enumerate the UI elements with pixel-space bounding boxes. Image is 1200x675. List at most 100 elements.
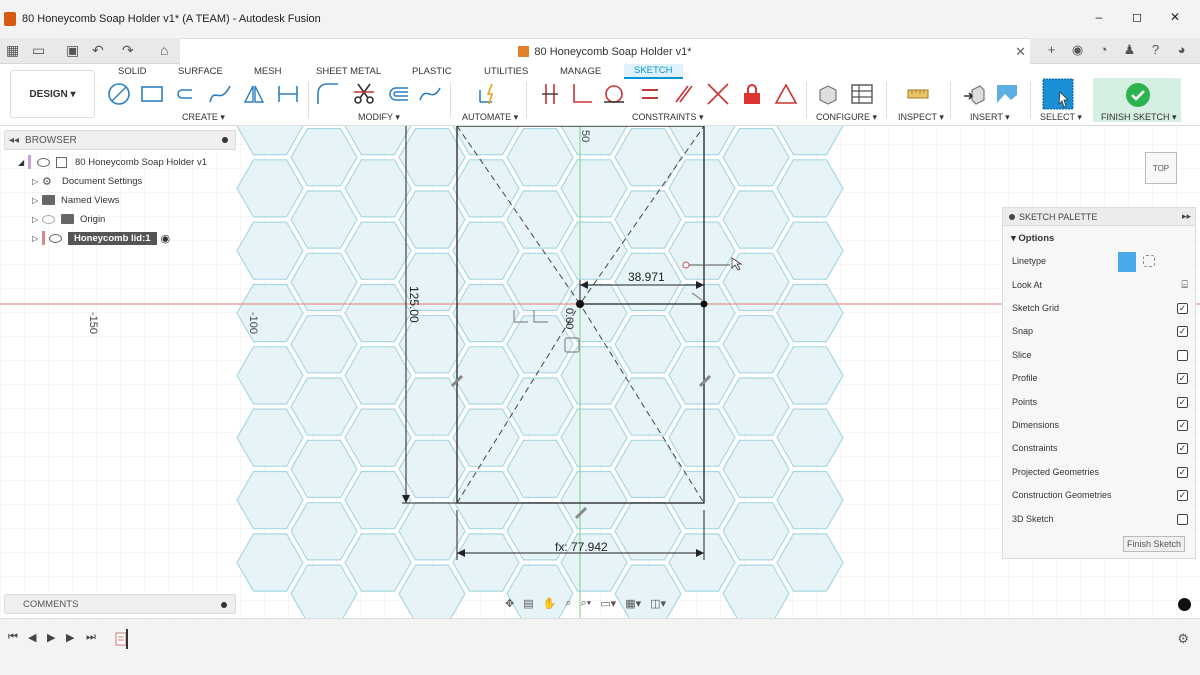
palette-option-checkbox[interactable] xyxy=(1177,349,1188,361)
tree-item-origin[interactable]: ▷ Origin xyxy=(32,211,105,227)
automate-group-label[interactable]: AUTOMATE ▾ xyxy=(462,112,518,123)
trim-tool-icon[interactable] xyxy=(352,82,376,106)
timeline-settings-icon[interactable]: ⚙ xyxy=(1177,631,1189,647)
go-to-start-icon[interactable]: ⏮ xyxy=(8,631,18,644)
tab-sketch[interactable]: SKETCH xyxy=(624,64,683,79)
home-icon[interactable]: ⌂ xyxy=(160,42,168,58)
grid-settings-icon[interactable]: ▦▾ xyxy=(625,597,641,610)
dimension-tool-icon[interactable] xyxy=(276,82,300,106)
tree-item-honeycomb-lid[interactable]: ▷ Honeycomb lid:1 ◉ xyxy=(32,230,170,246)
file-menu-icon[interactable]: ▭ xyxy=(32,42,45,59)
minimize-button[interactable]: – xyxy=(1080,10,1118,24)
finish-sketch-group-label[interactable]: FINISH SKETCH ▾ xyxy=(1101,112,1177,123)
help-icon[interactable]: ? xyxy=(1147,41,1164,58)
insert-image-icon[interactable] xyxy=(995,82,1019,106)
dimension-77942[interactable]: fx: 77.942 xyxy=(555,540,608,554)
coincident-constraint-icon[interactable] xyxy=(538,82,562,106)
visibility-eye-icon[interactable] xyxy=(49,233,62,243)
expand-caret-icon[interactable]: ▷ xyxy=(32,177,42,186)
tab-manage[interactable]: MANAGE xyxy=(560,66,601,77)
tab-surface[interactable]: SURFACE xyxy=(178,66,223,77)
palette-option-checkbox[interactable]: ✓ xyxy=(1177,443,1188,455)
zoom-window-icon[interactable]: ⌕▾ xyxy=(581,597,592,610)
midpoint-constraint-icon[interactable] xyxy=(706,82,730,106)
browser-header[interactable]: ◂◂ BROWSER xyxy=(4,130,236,150)
palette-option-checkbox[interactable]: ✓ xyxy=(1177,303,1188,314)
activate-radio-icon[interactable]: ◉ xyxy=(161,232,171,245)
collapse-icon[interactable]: ◂◂ xyxy=(9,135,19,146)
orbit-icon[interactable]: ✥ xyxy=(505,597,514,610)
rectangle-tool-icon[interactable] xyxy=(140,82,164,106)
expand-caret-icon[interactable]: ▷ xyxy=(32,215,42,224)
automate-icon[interactable] xyxy=(476,82,500,106)
select-tool-icon[interactable] xyxy=(1042,78,1074,110)
play-icon[interactable]: ▶ xyxy=(47,631,55,644)
step-forward-icon[interactable]: ▶ xyxy=(66,631,74,644)
tree-root[interactable]: ◢ 80 Honeycomb Soap Holder v1 xyxy=(18,154,207,170)
tree-item-document-settings[interactable]: ▷ ⚙ Document Settings xyxy=(32,173,142,189)
dimension-38971[interactable]: 38.971 xyxy=(628,270,665,284)
pointer-icon[interactable] xyxy=(1178,598,1191,611)
lock-constraint-icon[interactable] xyxy=(740,82,764,106)
mirror-tool-icon[interactable] xyxy=(242,82,266,106)
expand-caret-icon[interactable]: ▷ xyxy=(32,234,42,243)
configure-group-label[interactable]: CONFIGURE ▾ xyxy=(816,112,877,123)
parallel-constraint-icon[interactable] xyxy=(672,82,696,106)
visibility-eye-icon[interactable] xyxy=(37,157,50,167)
profile-icon[interactable]: ◕ xyxy=(1173,41,1190,58)
palette-option-checkbox[interactable]: ✓ xyxy=(1177,466,1188,478)
go-to-end-icon[interactable]: ⏭ xyxy=(86,631,96,644)
centerline-linetype-button[interactable] xyxy=(1143,255,1155,267)
spline-modify-icon[interactable] xyxy=(418,82,442,106)
dimension-zero[interactable]: 0.00 xyxy=(563,308,575,329)
construction-linetype-button[interactable] xyxy=(1118,252,1136,272)
document-tab[interactable]: 80 Honeycomb Soap Holder v1* ✕ xyxy=(180,38,1030,64)
circle-tool-icon[interactable] xyxy=(107,82,131,106)
tab-sheet-metal[interactable]: SHEET METAL xyxy=(316,66,381,77)
measure-icon[interactable] xyxy=(906,82,930,106)
expand-palette-icon[interactable]: ▸▸ xyxy=(1182,211,1191,222)
sketch-feature-icon[interactable] xyxy=(115,627,129,649)
slot-tool-icon[interactable] xyxy=(174,82,198,106)
job-status-icon[interactable]: ◔ xyxy=(1095,41,1112,58)
look-at-icon[interactable]: ⌸ xyxy=(1181,279,1188,292)
viewports-icon[interactable]: ◫▾ xyxy=(650,597,666,610)
view-cube[interactable]: TOP xyxy=(1145,152,1177,184)
configure-box-icon[interactable] xyxy=(816,82,840,106)
save-icon[interactable]: ▣ xyxy=(66,42,79,59)
palette-option-checkbox[interactable]: ✓ xyxy=(1177,490,1188,502)
offset-tool-icon[interactable] xyxy=(386,82,410,106)
close-tab-icon[interactable]: ✕ xyxy=(1015,44,1026,60)
finish-sketch-button[interactable]: Finish Sketch xyxy=(1122,536,1185,552)
configure-table-icon[interactable] xyxy=(850,82,874,106)
corner-point[interactable] xyxy=(700,300,708,308)
perpendicular-constraint-icon[interactable] xyxy=(570,82,594,106)
insert-derive-icon[interactable] xyxy=(962,82,986,106)
new-tab-icon[interactable]: + xyxy=(1043,41,1060,58)
look-at-nav-icon[interactable]: ▤ xyxy=(523,597,533,610)
pan-icon[interactable]: ✋ xyxy=(543,597,557,610)
close-window-button[interactable]: ✕ xyxy=(1156,10,1194,24)
equal-constraint-icon[interactable] xyxy=(638,82,662,106)
comments-panel[interactable]: COMMENTS xyxy=(4,594,236,614)
triangle-constraint-icon[interactable] xyxy=(774,82,798,106)
hidden-eye-icon[interactable] xyxy=(42,214,55,224)
dimension-125[interactable]: 125.00 xyxy=(407,286,421,323)
inspect-group-label[interactable]: INSPECT ▾ xyxy=(898,112,944,123)
pin-icon[interactable] xyxy=(221,602,227,608)
tab-utilities[interactable]: UTILITIES xyxy=(484,66,528,77)
extensions-icon[interactable]: ◉ xyxy=(1069,41,1086,58)
notifications-icon[interactable]: ♟ xyxy=(1121,41,1138,58)
tangent-constraint-icon[interactable] xyxy=(602,82,626,106)
palette-option-checkbox[interactable] xyxy=(1177,513,1188,525)
tree-item-named-views[interactable]: ▷ Named Views xyxy=(32,192,119,208)
constraints-group-label[interactable]: CONSTRAINTS ▾ xyxy=(632,112,704,123)
tab-solid[interactable]: SOLID xyxy=(118,66,147,77)
expand-caret-icon[interactable]: ▷ xyxy=(32,196,42,205)
zoom-icon[interactable]: ⌕ xyxy=(565,597,571,610)
palette-option-checkbox[interactable]: ✓ xyxy=(1177,420,1188,431)
palette-header[interactable]: SKETCH PALETTE ▸▸ xyxy=(1003,208,1195,226)
insert-group-label[interactable]: INSERT ▾ xyxy=(970,112,1010,123)
palette-option-checkbox[interactable]: ✓ xyxy=(1177,373,1188,385)
origin-point[interactable] xyxy=(576,300,584,308)
